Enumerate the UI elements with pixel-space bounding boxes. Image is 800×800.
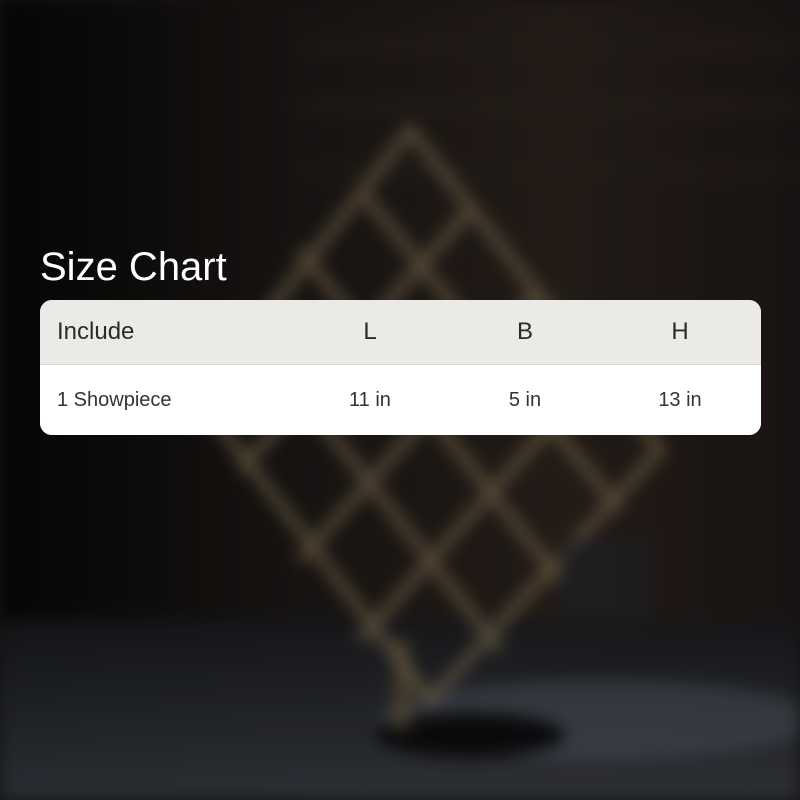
- cell-breadth: 5 in: [508, 388, 542, 411]
- cell-length: 11 in: [349, 388, 391, 411]
- cell-include: 1 Showpiece: [57, 388, 172, 411]
- column-header-height: H: [671, 318, 689, 345]
- column-header-breadth: B: [516, 318, 533, 345]
- table-row: 1 Showpiece 11 in 5 in 13 in: [40, 365, 761, 435]
- column-header-length: L: [363, 318, 377, 345]
- column-header-include: Include: [57, 318, 135, 345]
- table-header-row: Include L B H: [40, 300, 761, 365]
- cell-height: 13 in: [658, 388, 702, 411]
- product-size-chart-graphic: Size Chart Include L B H 1 Showpiece 11 …: [0, 0, 800, 800]
- size-chart-table: Include L B H 1 Showpiece 11 in 5 in 13 …: [40, 300, 761, 435]
- size-chart-title: Size Chart: [40, 245, 227, 289]
